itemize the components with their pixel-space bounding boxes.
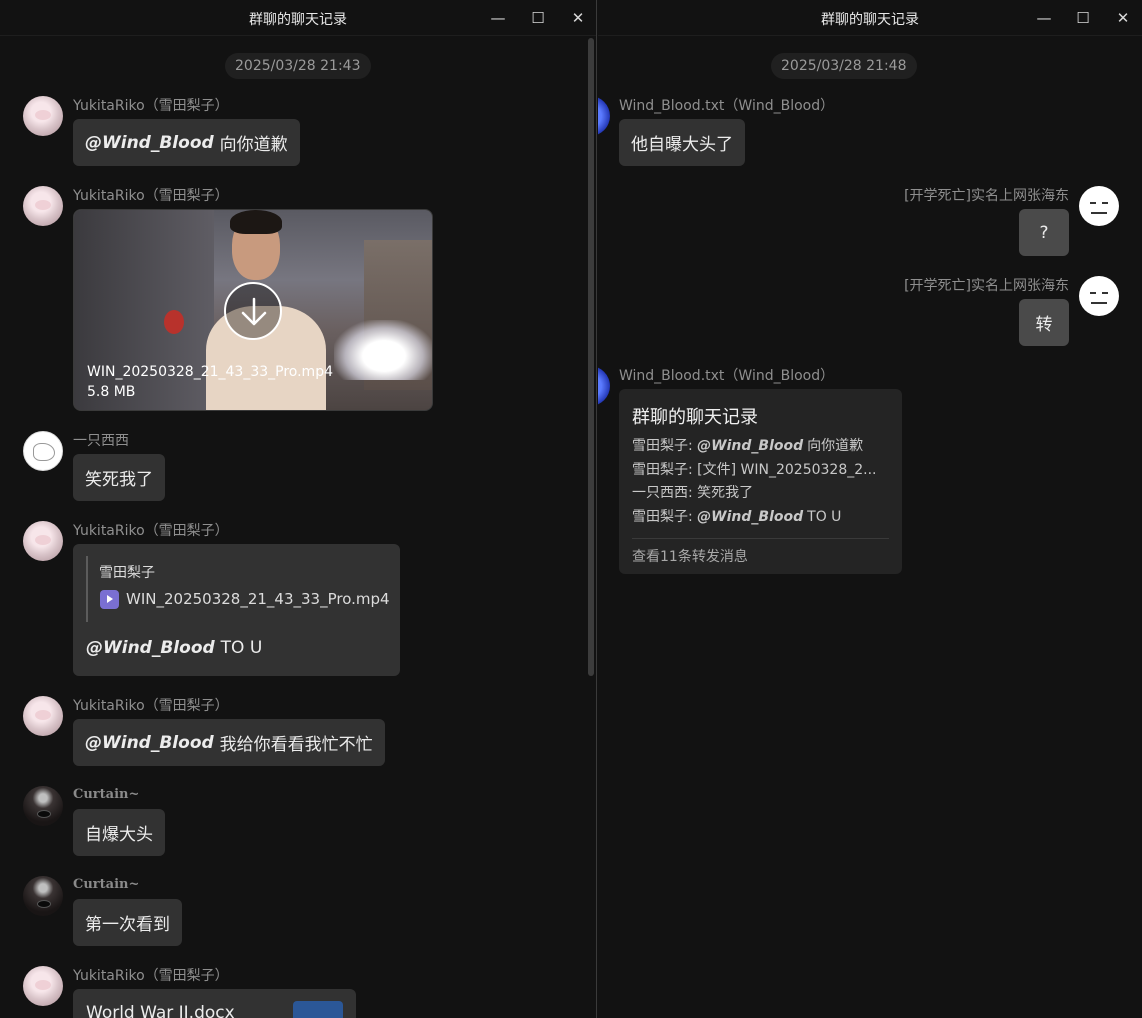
sender-name: YukitaRiko（雪田梨子） — [73, 188, 229, 204]
mention[interactable]: @Wind_Blood — [85, 133, 214, 153]
forward-line: 雪田梨子: @Wind_Blood 向你道歉 — [632, 435, 863, 455]
forward-line-text: TO U — [807, 509, 842, 525]
avatar-eye — [1102, 202, 1108, 204]
sender-name: Wind_Blood.txt（Wind_Blood） — [619, 368, 835, 384]
avatar[interactable] — [1079, 276, 1119, 316]
message-text: 笑死我了 — [85, 470, 153, 490]
forward-line-text: 笑死我了 — [697, 485, 754, 501]
timestamp-pill: 2025/03/28 21:48 — [771, 53, 917, 79]
maximize-icon[interactable]: ☐ — [523, 6, 553, 30]
video-message[interactable]: WIN_20250328_21_43_33_Pro.mp4 5.8 MB — [73, 209, 433, 411]
forward-line-text: 向你道歉 — [807, 438, 864, 454]
message-bubble[interactable]: 自爆大头 — [73, 809, 165, 856]
forward-line-prefix: 雪田梨子: — [632, 438, 698, 454]
mention: @Wind_Blood — [697, 509, 804, 525]
sender-name: [开学死亡]实名上网张海东 — [904, 188, 1069, 204]
divider — [632, 538, 889, 539]
doc-file-name: World War II.docx — [86, 1003, 235, 1018]
avatar-eye — [1090, 292, 1096, 294]
message-text: 向你道歉 — [219, 135, 288, 155]
avatar[interactable] — [23, 186, 63, 226]
chat-history-window-left: 群聊的聊天记录 — ☐ ✕ 2025/03/28 21:43 YukitaRik… — [0, 0, 597, 1018]
titlebar: 群聊的聊天记录 — ☐ ✕ — [598, 0, 1142, 36]
sender-name: Wind_Blood.txt（Wind_Blood） — [619, 98, 835, 114]
message-bubble[interactable]: @Wind_Blood 向你道歉 — [73, 119, 300, 166]
message-text: ? — [1039, 222, 1049, 243]
sender-name: 一只西西 — [73, 433, 129, 449]
avatar[interactable] — [23, 786, 63, 826]
video-thumbnail-hair — [230, 210, 282, 234]
video-file-name: WIN_20250328_21_43_33_Pro.mp4 — [87, 364, 333, 380]
forward-line-prefix: 雪田梨子: — [632, 509, 698, 525]
video-file-size: 5.8 MB — [87, 384, 136, 400]
reply-message-bubble[interactable]: 雪田梨子 WIN_20250328_21_43_33_Pro.mp4 @Wind… — [73, 544, 400, 676]
close-icon[interactable]: ✕ — [563, 6, 593, 30]
video-thumbnail-light — [334, 320, 432, 380]
forward-line-prefix: 雪田梨子: — [632, 462, 698, 478]
window-title: 群聊的聊天记录 — [821, 12, 919, 28]
view-forwarded-link[interactable]: 查看11条转发消息 — [632, 546, 748, 566]
avatar-mouth — [1091, 212, 1107, 214]
download-icon[interactable] — [224, 282, 282, 340]
forward-line-text: [文件] WIN_20250328_2... — [697, 462, 877, 478]
sender-name: YukitaRiko（雪田梨子） — [73, 98, 229, 114]
message-text-line: @Wind_Blood TO U — [86, 638, 262, 658]
quote-file-name[interactable]: WIN_20250328_21_43_33_Pro.mp4 — [126, 590, 390, 608]
scrollbar[interactable] — [588, 38, 594, 676]
message-text: TO U — [220, 638, 263, 658]
avatar-mouth — [1091, 302, 1107, 304]
close-icon[interactable]: ✕ — [1108, 6, 1138, 30]
maximize-icon[interactable]: ☐ — [1068, 6, 1098, 30]
message-text: 我给你看看我忙不忙 — [219, 735, 373, 755]
file-message[interactable]: World War II.docx — [73, 989, 356, 1018]
forward-line: 一只西西: 笑死我了 — [632, 482, 753, 502]
avatar[interactable] — [598, 366, 610, 406]
sender-name: [开学死亡]实名上网张海东 — [904, 278, 1069, 294]
avatar[interactable] — [23, 521, 63, 561]
word-doc-icon — [293, 1001, 343, 1018]
video-thumbnail-wall — [74, 210, 214, 410]
message-bubble[interactable]: 转 — [1019, 299, 1069, 346]
minimize-icon[interactable]: — — [1029, 6, 1059, 30]
message-bubble[interactable]: 第一次看到 — [73, 899, 182, 946]
mention[interactable]: @Wind_Blood — [85, 733, 214, 753]
sender-name: YukitaRiko（雪田梨子） — [73, 523, 229, 539]
message-text: 他自曝大头了 — [631, 135, 733, 155]
quote-bar — [86, 556, 88, 622]
forward-line: 雪田梨子: @Wind_Blood TO U — [632, 506, 841, 526]
avatar[interactable] — [23, 431, 63, 471]
message-bubble[interactable]: ? — [1019, 209, 1069, 256]
quote-author: 雪田梨子 — [99, 565, 155, 581]
message-text: 自爆大头 — [85, 825, 153, 845]
mention[interactable]: @Wind_Blood — [86, 638, 215, 658]
message-bubble[interactable]: @Wind_Blood 我给你看看我忙不忙 — [73, 719, 385, 766]
sender-name: Curtain~ — [73, 877, 140, 892]
avatar-eye — [1090, 202, 1096, 204]
forwarded-chat-card[interactable]: 群聊的聊天记录 雪田梨子: @Wind_Blood 向你道歉 雪田梨子: [文件]… — [619, 389, 902, 574]
titlebar: 群聊的聊天记录 — ☐ ✕ — [0, 0, 596, 36]
sender-name: YukitaRiko（雪田梨子） — [73, 968, 229, 984]
avatar[interactable] — [23, 696, 63, 736]
forward-title: 群聊的聊天记录 — [632, 407, 758, 428]
message-bubble[interactable]: 他自曝大头了 — [619, 119, 745, 166]
avatar[interactable] — [598, 96, 610, 136]
avatar[interactable] — [23, 876, 63, 916]
avatar[interactable] — [23, 966, 63, 1006]
sender-name: YukitaRiko（雪田梨子） — [73, 698, 229, 714]
message-text: 第一次看到 — [85, 915, 170, 935]
video-thumbnail-lantern — [164, 310, 184, 334]
timestamp-pill: 2025/03/28 21:43 — [225, 53, 371, 79]
message-bubble[interactable]: 笑死我了 — [73, 454, 165, 501]
minimize-icon[interactable]: — — [483, 6, 513, 30]
forward-line: 雪田梨子: [文件] WIN_20250328_2... — [632, 459, 877, 479]
forward-line-prefix: 一只西西: — [632, 485, 698, 501]
avatar[interactable] — [1079, 186, 1119, 226]
sender-name: Curtain~ — [73, 787, 140, 802]
message-text: 转 — [1035, 315, 1053, 335]
avatar-eye — [1102, 292, 1108, 294]
avatar[interactable] — [23, 96, 63, 136]
mention: @Wind_Blood — [697, 438, 804, 454]
video-file-icon — [100, 590, 119, 609]
